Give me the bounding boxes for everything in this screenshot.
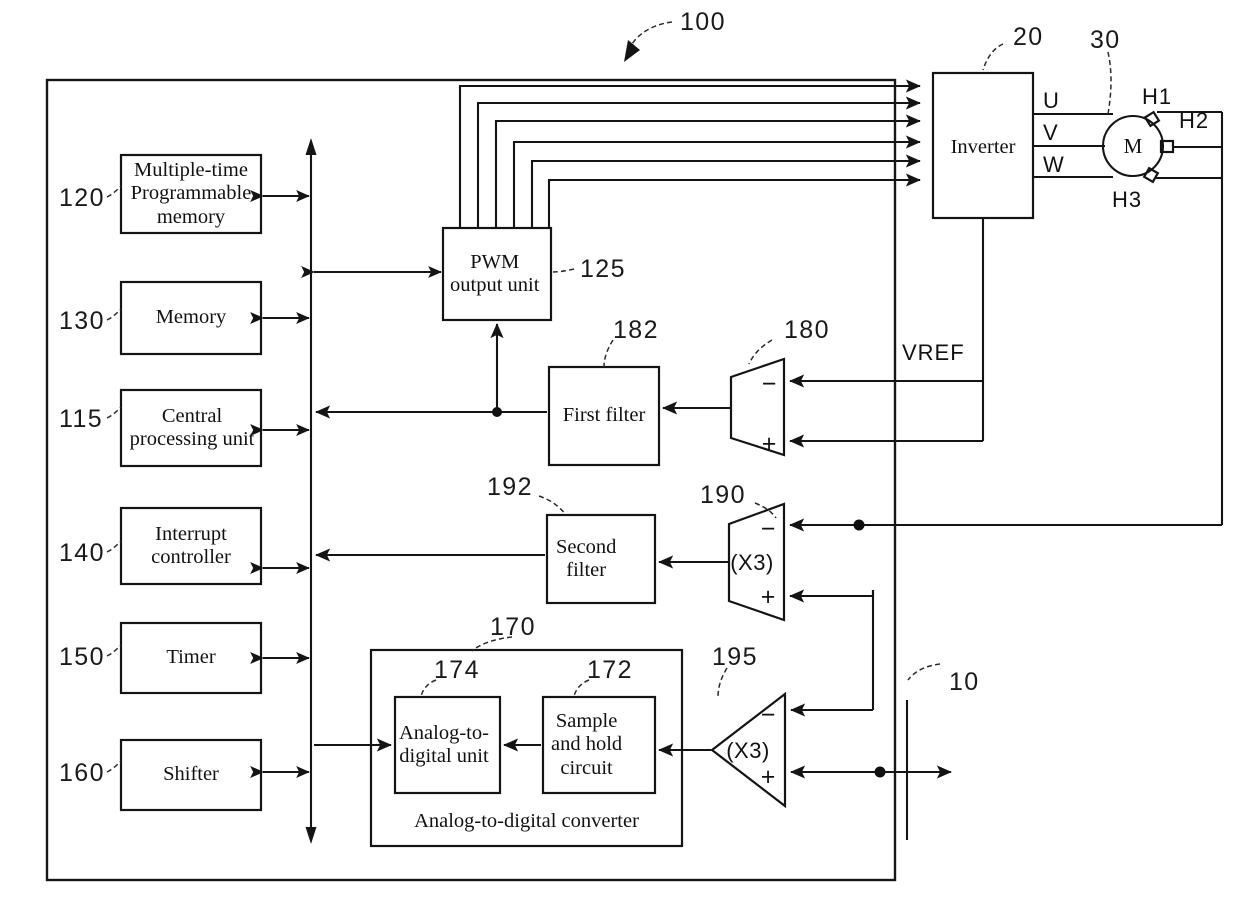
leader-115 <box>106 406 122 419</box>
block-interrupt-controller <box>119 506 263 586</box>
phase-v-label: V <box>1043 120 1059 145</box>
amp180-minus-label: − <box>762 370 777 398</box>
hall-sensor-3-symbol <box>1142 166 1160 184</box>
leader-160 <box>106 760 122 773</box>
amp190-plus-label: + <box>761 583 776 611</box>
pwm-out-6 <box>547 173 921 228</box>
pwm-out-1 <box>458 79 921 228</box>
block-adc-converter <box>369 648 684 848</box>
hall-2-label: H2 <box>1179 108 1209 133</box>
block-pwm-output-unit <box>441 226 553 322</box>
amp190-minus-label: − <box>761 515 776 543</box>
leader-192 <box>538 495 567 516</box>
pwm-out-5 <box>530 154 921 228</box>
ref-number-160: 160 <box>59 759 105 787</box>
block-cpu <box>119 388 263 468</box>
ref-number-190: 190 <box>700 481 746 509</box>
leader-30 <box>1107 51 1112 115</box>
ref-number-170: 170 <box>490 613 536 641</box>
ref-number-120: 120 <box>59 184 105 212</box>
leader-20 <box>982 43 1004 71</box>
leader-150 <box>106 644 122 657</box>
ref-number-172: 172 <box>587 656 633 684</box>
vref-label: VREF <box>902 340 965 365</box>
hall-sensor-1-symbol <box>1143 110 1161 128</box>
block-mtp-memory <box>119 153 263 235</box>
ref-number-30: 30 <box>1090 26 1121 54</box>
ref-number-150: 150 <box>59 643 105 671</box>
amp190-gain-label: (X3) <box>730 550 774 575</box>
patent-figure: 120 130 115 140 150 160 125 182 180 192 … <box>0 0 1240 905</box>
leader-180 <box>748 339 773 365</box>
ref-number-180: 180 <box>784 316 830 344</box>
ref-number-100: 100 <box>680 8 726 36</box>
leader-195 <box>717 667 728 698</box>
hall-3-label: H3 <box>1112 187 1142 212</box>
amp195-plus-label: + <box>761 763 776 791</box>
bus-arrow-down <box>305 827 317 844</box>
amp195-gain-label: (X3) <box>726 738 770 763</box>
inverter-label: Inverter <box>951 136 1016 158</box>
block-shifter <box>119 738 263 812</box>
arrow-to-system-100 <box>624 40 640 62</box>
block-timer <box>119 621 263 695</box>
amp180-plus-label: + <box>762 430 777 458</box>
leader-140 <box>106 540 122 553</box>
phase-w-label: W <box>1043 152 1065 177</box>
leader-130 <box>106 308 122 321</box>
ref-number-10: 10 <box>949 668 980 696</box>
sense-to-amp190-plus <box>789 589 875 603</box>
ref-number-125: 125 <box>580 255 626 283</box>
leader-182 <box>603 339 614 368</box>
block-analog-to-digital-unit <box>393 695 502 795</box>
ref-number-115: 115 <box>59 405 103 433</box>
motor-label: M <box>1124 134 1143 158</box>
leader-10 <box>907 663 941 681</box>
block-sample-and-hold <box>541 695 657 795</box>
block-first-filter <box>547 365 661 467</box>
phase-u-label: U <box>1043 88 1060 113</box>
ref-number-20: 20 <box>1013 23 1044 51</box>
ref-number-182: 182 <box>613 316 659 344</box>
bus-arrow-up <box>305 138 317 155</box>
ref-number-195: 195 <box>712 643 758 671</box>
ref-number-192: 192 <box>487 473 533 501</box>
ref-number-130: 130 <box>59 307 105 335</box>
ref-number-174: 174 <box>434 656 480 684</box>
junction-hall-rail <box>853 519 865 531</box>
leader-100 <box>631 21 673 45</box>
leader-120 <box>106 185 122 198</box>
pwm-out-4 <box>512 135 921 228</box>
block-memory <box>119 280 263 356</box>
amp195-minus-label: − <box>761 701 776 729</box>
ref-number-140: 140 <box>59 539 105 567</box>
block-second-filter <box>545 513 657 605</box>
hall-1-label: H1 <box>1142 84 1172 109</box>
schematic-drawing: 120 130 115 140 150 160 125 182 180 192 … <box>45 8 1224 882</box>
leader-125 <box>552 268 575 273</box>
pwm-out-3 <box>494 114 921 228</box>
